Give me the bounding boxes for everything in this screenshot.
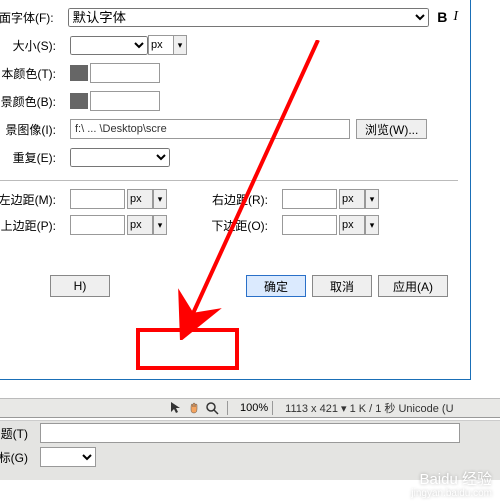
zoom-icon[interactable] (205, 401, 219, 415)
divider-icon (227, 401, 228, 415)
bg-image-input[interactable] (70, 119, 350, 139)
status-dimensions: 1113 x 421 ▾ 1 K / 1 秒 Unicode (U (285, 400, 453, 416)
label-title: 题(T) (0, 425, 32, 442)
button-row: H) 确定 取消 应用(A) (0, 275, 458, 297)
label-repeat: 重复(E): (0, 149, 60, 166)
label-bg-image: 景图像(I): (0, 121, 60, 138)
bg-color-input[interactable] (90, 91, 160, 111)
text-color-input[interactable] (90, 63, 160, 83)
size-select[interactable] (70, 36, 148, 55)
left-margin-unit[interactable]: px (127, 189, 153, 209)
right-margin-unit[interactable]: px (339, 189, 365, 209)
browse-button[interactable]: 浏览(W)... (356, 119, 427, 139)
dropdown-arrow-icon[interactable]: ▾ (153, 189, 167, 209)
label-target: 标(G) (0, 449, 32, 466)
status-toolbar: 100% 1113 x 421 ▾ 1 K / 1 秒 Unicode (U (0, 398, 500, 418)
dialog-window: 面字体(F): 默认字体 B I 大小(S): ▾ 本颜色(T): 景颜色(B)… (0, 0, 471, 380)
ok-button[interactable]: 确定 (246, 275, 306, 297)
title-input[interactable] (40, 423, 460, 443)
zoom-value[interactable]: 100% (240, 402, 268, 414)
label-font: 面字体(F): (0, 9, 58, 26)
label-bottom-margin: 下边距(O): (197, 217, 272, 234)
row-bg-image: 景图像(I): 浏览(W)... (0, 118, 458, 140)
row-title: 题(T) (0, 421, 500, 445)
row-text-color: 本颜色(T): (0, 62, 458, 84)
top-margin-input[interactable] (70, 215, 125, 235)
label-text-color: 本颜色(T): (0, 65, 60, 82)
bold-toggle[interactable]: B (437, 9, 447, 25)
margin-grid: 左边距(M): px ▾ 右边距(R): px ▾ 上边距(P): px (0, 189, 458, 235)
divider-icon (272, 401, 273, 415)
help-button[interactable]: H) (50, 275, 110, 297)
dropdown-arrow-icon[interactable]: ▾ (365, 215, 379, 235)
watermark-sub: jingyan.baidu.com (411, 488, 492, 499)
row-bg-color: 景颜色(B): (0, 90, 458, 112)
left-margin-group: 左边距(M): px ▾ (0, 189, 167, 209)
top-margin-unit[interactable]: px (127, 215, 153, 235)
row-target: 标(G) (0, 445, 500, 469)
italic-toggle[interactable]: I (453, 9, 458, 25)
dropdown-arrow-icon[interactable]: ▾ (173, 35, 187, 55)
target-select[interactable] (40, 447, 96, 467)
bottom-margin-input[interactable] (282, 215, 337, 235)
label-top-margin: 上边距(P): (0, 217, 60, 234)
dialog-body: 面字体(F): 默认字体 B I 大小(S): ▾ 本颜色(T): 景颜色(B)… (0, 6, 470, 309)
apply-button[interactable]: 应用(A) (378, 275, 448, 297)
text-color-swatch[interactable] (70, 65, 88, 81)
row-font: 面字体(F): 默认字体 B I (0, 6, 458, 28)
divider (0, 180, 458, 181)
label-bg-color: 景颜色(B): (0, 93, 60, 110)
size-unit[interactable] (148, 35, 174, 55)
row-size: 大小(S): ▾ (0, 34, 458, 56)
top-margin-group: 上边距(P): px ▾ (0, 215, 167, 235)
label-right-margin: 右边距(R): (197, 191, 272, 208)
right-margin-group: 右边距(R): px ▾ (207, 189, 379, 209)
label-size: 大小(S): (0, 37, 60, 54)
bottom-margin-unit[interactable]: px (339, 215, 365, 235)
cancel-button[interactable]: 取消 (312, 275, 372, 297)
repeat-select[interactable] (70, 148, 170, 167)
bottom-margin-group: 下边距(O): px ▾ (207, 215, 379, 235)
hand-icon[interactable] (187, 401, 201, 415)
pointer-icon[interactable] (169, 401, 183, 415)
toolbar-icons (165, 401, 223, 415)
label-left-margin: 左边距(M): (0, 191, 60, 208)
properties-panel: 题(T) 标(G) (0, 420, 500, 480)
row-repeat: 重复(E): (0, 146, 458, 168)
dropdown-arrow-icon[interactable]: ▾ (365, 189, 379, 209)
left-margin-input[interactable] (70, 189, 125, 209)
right-margin-input[interactable] (282, 189, 337, 209)
font-select[interactable]: 默认字体 (68, 8, 430, 27)
dropdown-arrow-icon[interactable]: ▾ (153, 215, 167, 235)
bg-color-swatch[interactable] (70, 93, 88, 109)
